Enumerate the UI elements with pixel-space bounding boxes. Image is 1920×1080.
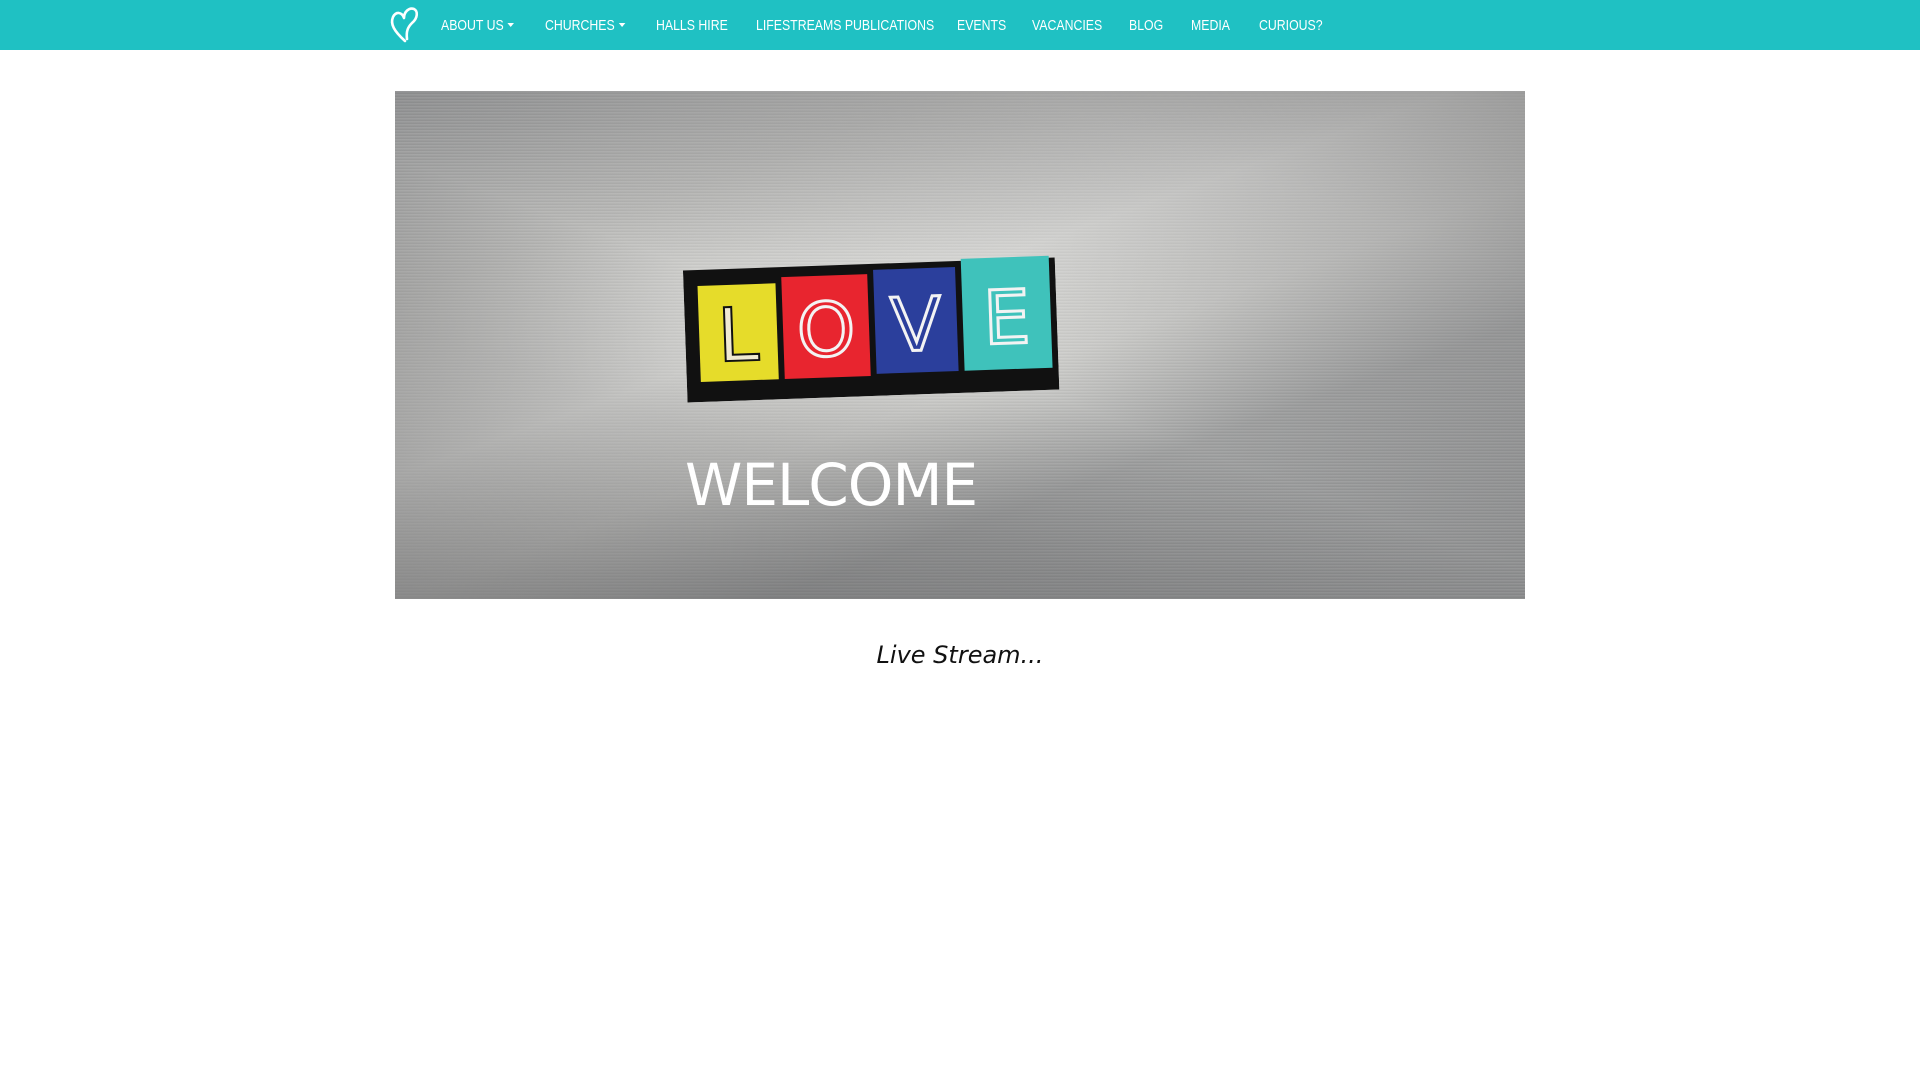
nav-events[interactable]: EVENTS: [957, 0, 1019, 50]
top-navbar: ABOUT US CHURCHES HALLS HIRE LIFESTREAMS…: [0, 0, 1920, 50]
nav-inner: ABOUT US CHURCHES HALLS HIRE LIFESTREAMS…: [385, 0, 1339, 50]
nav-events-label: EVENTS: [957, 16, 1007, 34]
love-letter-l: L: [716, 292, 760, 379]
nav-vacancies-label: VACANCIES: [1032, 16, 1103, 34]
nav-curious-label: CURIOUS?: [1259, 16, 1323, 34]
nav-halls-hire[interactable]: HALLS HIRE: [656, 0, 738, 50]
nav-curious[interactable]: CURIOUS?: [1259, 0, 1325, 50]
nav-lifestreams-publications[interactable]: LIFESTREAMS PUBLICATIONS: [756, 0, 934, 50]
love-letter-v: V: [889, 282, 943, 370]
chevron-down-icon: [507, 23, 515, 27]
nav-halls-hire-label: HALLS HIRE: [656, 16, 728, 34]
nav-churches-label: CHURCHES: [545, 16, 615, 34]
nav-blog[interactable]: BLOG: [1129, 0, 1180, 50]
hero-welcome-title: WELCOME: [685, 451, 978, 519]
nav-churches[interactable]: CHURCHES: [545, 0, 636, 50]
heart-logo-icon: [390, 7, 419, 43]
nav-media[interactable]: MEDIA: [1191, 0, 1247, 50]
live-stream-heading: Live Stream...: [876, 641, 1044, 669]
nav-vacancies[interactable]: VACANCIES: [1032, 0, 1112, 50]
love-letter-o: O: [796, 287, 857, 375]
nav-lifestreams-publications-label: LIFESTREAMS PUBLICATIONS: [756, 16, 935, 34]
love-letter-e: E: [982, 274, 1032, 362]
nav-media-label: MEDIA: [1191, 16, 1230, 34]
love-sign: L O V E: [682, 250, 1060, 403]
nav-blog-label: BLOG: [1129, 16, 1164, 34]
love-sign-graphic: L O V E: [682, 255, 1060, 403]
brand-logo[interactable]: [385, 0, 425, 50]
chevron-down-icon: [618, 23, 626, 27]
hero-banner: L O V E WELCOME: [395, 91, 1525, 599]
nav-about-us[interactable]: ABOUT US: [441, 0, 526, 50]
nav-about-us-label: ABOUT US: [441, 16, 504, 34]
